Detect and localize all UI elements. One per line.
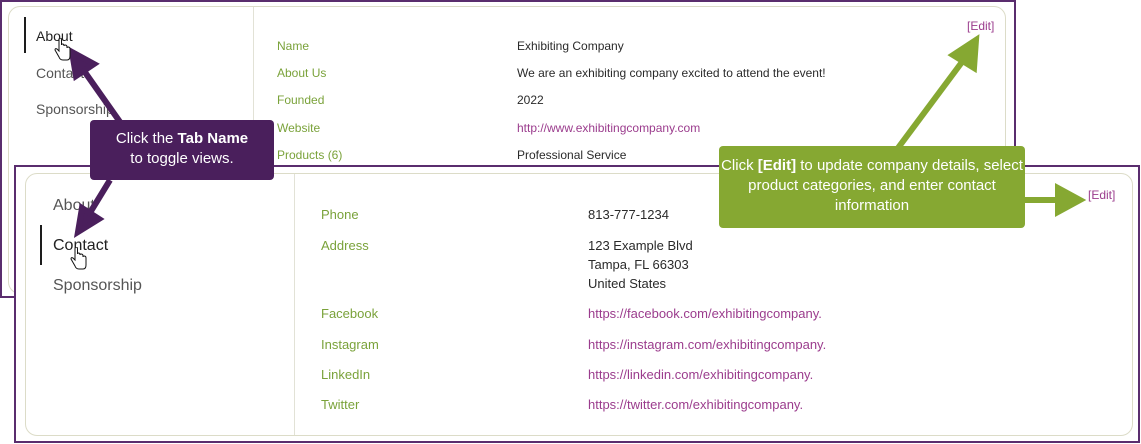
address-line-2: Tampa, FL 66303 [588, 257, 689, 272]
field-label-about-us: About Us [277, 66, 327, 80]
tab-name-callout: Click the Tab Name to toggle views. [90, 120, 274, 180]
field-value-products: Professional Service [517, 148, 627, 162]
field-label-phone: Phone [321, 207, 359, 222]
hand-pointer-icon [70, 247, 87, 270]
callout-text-prefix: Click the [115, 130, 178, 147]
callout-text-bold: Tab Name [177, 130, 249, 147]
tab-about[interactable]: About [53, 197, 95, 215]
callout-text-bold: [Edit] [757, 157, 797, 174]
linkedin-link[interactable]: https://linkedin.com/exhibitingcompany. [588, 367, 813, 382]
field-label-facebook: Facebook [321, 306, 379, 321]
field-value-phone: 813-777-1234 [588, 207, 669, 222]
edit-button[interactable]: [Edit] [967, 19, 994, 33]
edit-callout: Click [Edit] to update company details, … [719, 146, 1025, 228]
tab-sponsorship[interactable]: Sponsorship [53, 277, 142, 295]
callout-text-suffix: to toggle views. [130, 150, 234, 167]
field-value-founded: 2022 [517, 93, 544, 107]
address-line-1: 123 Example Blvd [588, 238, 693, 253]
field-label-instagram: Instagram [321, 337, 379, 352]
active-tab-indicator [40, 225, 42, 265]
callout-text-prefix: Click [721, 157, 758, 174]
tab-contact[interactable]: Contact [36, 65, 84, 81]
edit-button[interactable]: [Edit] [1088, 188, 1115, 202]
field-label-linkedin: LinkedIn [321, 367, 371, 382]
instagram-link[interactable]: https://instagram.com/exhibitingcompany. [588, 337, 826, 352]
field-label-products: Products (6) [277, 148, 343, 162]
field-label-name: Name [277, 39, 310, 53]
tab-sponsorship[interactable]: Sponsorship [36, 101, 114, 117]
active-tab-indicator [24, 17, 26, 53]
hand-pointer-icon [54, 38, 71, 61]
website-link[interactable]: http://www.exhibitingcompany.com [517, 121, 700, 135]
field-value-about-us: We are an exhibiting company excited to … [517, 66, 826, 80]
field-label-address: Address [321, 238, 369, 253]
field-value-name: Exhibiting Company [517, 39, 624, 53]
tab-divider [294, 174, 295, 435]
field-label-website: Website [277, 121, 321, 135]
twitter-link[interactable]: https://twitter.com/exhibitingcompany. [588, 397, 803, 412]
facebook-link[interactable]: https://facebook.com/exhibitingcompany. [588, 306, 822, 321]
address-line-3: United States [588, 276, 667, 291]
field-label-twitter: Twitter [321, 397, 360, 412]
field-label-founded: Founded [277, 93, 325, 107]
